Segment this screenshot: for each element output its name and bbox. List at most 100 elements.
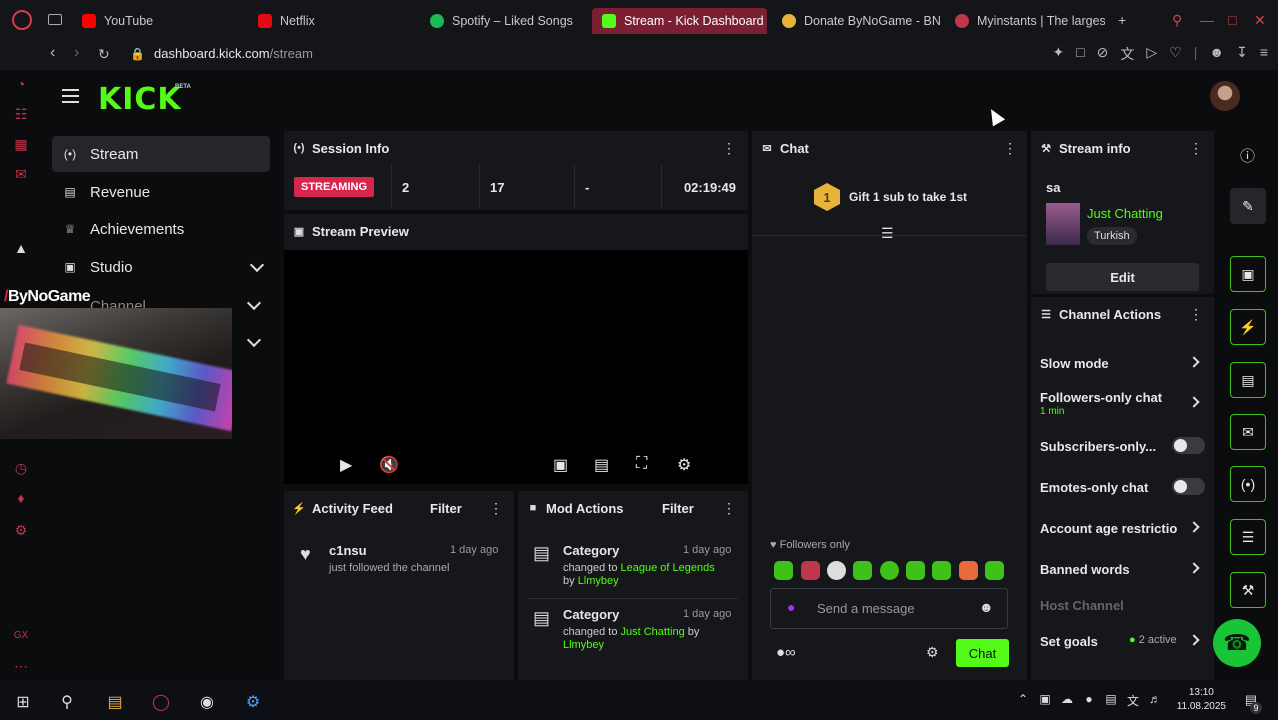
emote-icon[interactable]	[774, 561, 793, 580]
slow-mode-item[interactable]: Slow mode	[1040, 356, 1109, 371]
close-icon[interactable]: ✕	[1254, 12, 1266, 29]
tray-app-icon[interactable]: ▣	[1034, 692, 1056, 710]
emote-icon[interactable]	[880, 561, 899, 580]
more-options-icon[interactable]: ⋮	[1189, 307, 1203, 321]
extensions-icon[interactable]: ♦	[12, 490, 30, 508]
subscribers-only-toggle[interactable]	[1172, 437, 1205, 454]
filter-button[interactable]: Filter	[430, 501, 462, 516]
info-widget-button[interactable]: ⚒	[1230, 572, 1266, 608]
windows-start-icon[interactable]: ⊞	[12, 692, 34, 711]
edit-layout-button[interactable]: ✎	[1230, 188, 1266, 224]
download-icon[interactable]: ↧	[1236, 44, 1248, 64]
send-icon[interactable]: ▷	[1146, 44, 1157, 64]
network-icon[interactable]: ▤	[1100, 692, 1122, 710]
back-icon[interactable]: ‹	[50, 44, 55, 62]
theater-icon[interactable]: ▤	[594, 455, 609, 475]
follower-name[interactable]: c1nsu	[329, 543, 449, 558]
chat-settings-icon[interactable]: ⚙	[926, 644, 939, 661]
system-clock[interactable]: 13:10 11.08.2025	[1177, 686, 1226, 714]
translate-icon[interactable]: 文	[1120, 44, 1134, 64]
onedrive-icon[interactable]: ☁	[1056, 692, 1078, 710]
emoji-icon[interactable]: ☻	[979, 599, 994, 615]
opera-gx-taskbar-icon[interactable]: ◯	[150, 692, 172, 711]
search-icon[interactable]: ⚲	[56, 692, 78, 711]
more-options-icon[interactable]: ⋮	[722, 501, 736, 515]
mod-widget-button[interactable]: ▤	[1230, 362, 1266, 398]
category-link[interactable]: Just Chatting	[621, 626, 685, 638]
gift-leaderboard-text[interactable]: Gift 1 sub to take 1st	[849, 190, 967, 204]
fullscreen-icon[interactable]: ⛶	[636, 455, 647, 473]
new-tab-icon[interactable]: +	[1118, 12, 1126, 28]
more-options-icon[interactable]: ⋮	[1189, 141, 1203, 155]
channel-points-icon[interactable]: ●∞	[776, 644, 796, 661]
reload-icon[interactable]: ↻	[98, 46, 110, 63]
menu-icon[interactable]	[62, 89, 79, 103]
file-explorer-icon[interactable]: ▤	[104, 692, 126, 711]
easy-setup-icon[interactable]: ≡	[1260, 44, 1268, 64]
adblock-icon[interactable]: ⊘	[1097, 44, 1109, 64]
microphone-icon[interactable]: ●	[1078, 692, 1100, 710]
steam-taskbar-icon[interactable]: ⚙	[242, 692, 264, 711]
obs-taskbar-icon[interactable]: ◉	[196, 692, 218, 711]
microphone-icon[interactable]: ●	[787, 599, 795, 615]
chat-input-box[interactable]: ● Send a message ☻	[770, 588, 1008, 629]
nav-item-revenue[interactable]: ▤ Revenue	[52, 174, 270, 210]
play-icon[interactable]: ▶	[340, 455, 352, 475]
tab-myinstants[interactable]: Myinstants | The largest	[945, 8, 1105, 34]
emote-icon[interactable]	[959, 561, 978, 580]
history-icon[interactable]: ◷	[12, 460, 30, 478]
workspaces-icon[interactable]	[48, 14, 62, 25]
settings-icon[interactable]: ⚙	[677, 455, 691, 475]
profile-icon[interactable]: ☻	[1209, 44, 1224, 64]
tab-bynogame[interactable]: Donate ByNoGame - BN	[772, 8, 942, 34]
set-goals-item[interactable]: Set goals	[1040, 634, 1098, 649]
snapshot-icon[interactable]: □	[1076, 44, 1084, 64]
followers-only-item[interactable]: Followers-only chat	[1040, 390, 1162, 405]
pin-icon[interactable]: ✦	[1052, 44, 1064, 64]
opera-menu-icon[interactable]	[12, 10, 32, 30]
moderator-link[interactable]: Llmybey	[563, 639, 604, 651]
heart-icon[interactable]: ♡	[1169, 44, 1182, 64]
volume-icon[interactable]: ♬	[1144, 692, 1166, 710]
more-options-icon[interactable]: ⋮	[1003, 141, 1017, 155]
tray-overflow-icon[interactable]: ⌃	[1012, 692, 1034, 710]
session-widget-button[interactable]: (•)	[1230, 466, 1266, 502]
minimize-icon[interactable]: —	[1200, 12, 1214, 28]
preview-widget-button[interactable]: ▣	[1230, 256, 1266, 292]
avatar[interactable]	[1210, 81, 1240, 111]
host-channel-item[interactable]: Host Channel	[1040, 598, 1124, 613]
support-chat-button[interactable]: ☎	[1213, 619, 1261, 667]
chevron-down-icon[interactable]	[246, 332, 262, 348]
tab-netflix[interactable]: Netflix	[248, 8, 418, 34]
edit-button[interactable]: Edit	[1046, 263, 1199, 291]
nav-item-stream[interactable]: (•) Stream	[52, 136, 270, 172]
category-link[interactable]: Just Chatting	[1087, 206, 1163, 221]
send-chat-button[interactable]: Chat	[956, 639, 1009, 667]
language-icon[interactable]: 文	[1122, 692, 1144, 710]
nav-item-achievements[interactable]: ♕ Achievements	[52, 211, 270, 247]
shopping-icon[interactable]: ☷	[12, 106, 30, 124]
more-options-icon[interactable]: ⋮	[489, 501, 503, 515]
kick-logo[interactable]: KICK	[98, 82, 182, 117]
account-age-item[interactable]: Account age restrictio	[1040, 521, 1177, 536]
chevron-down-icon[interactable]	[246, 295, 262, 311]
tab-spotify[interactable]: Spotify – Liked Songs	[420, 8, 590, 34]
activity-widget-button[interactable]: ⚡	[1230, 309, 1266, 345]
nav-item-studio[interactable]: ▣ Studio	[52, 249, 270, 285]
aria-icon[interactable]: ▲	[12, 240, 30, 258]
category-link[interactable]: League of Legends	[621, 562, 715, 574]
emote-icon[interactable]	[801, 561, 820, 580]
more-icon[interactable]: ⋯	[12, 658, 30, 676]
emote-icon[interactable]	[932, 561, 951, 580]
chat-widget-button[interactable]: ✉	[1230, 414, 1266, 450]
filter-button[interactable]: Filter	[662, 501, 694, 516]
news-icon[interactable]: ▦	[12, 136, 30, 154]
speed-dial-icon[interactable]: ◔	[12, 76, 30, 94]
emotes-only-toggle[interactable]	[1172, 478, 1205, 495]
info-icon[interactable]: ⓘ	[1240, 145, 1255, 166]
actions-widget-button[interactable]: ☰	[1230, 519, 1266, 555]
maximize-icon[interactable]: □	[1228, 12, 1236, 28]
pip-icon[interactable]: ▣	[553, 455, 568, 475]
emote-icon[interactable]	[906, 561, 925, 580]
more-options-icon[interactable]: ⋮	[722, 141, 736, 155]
